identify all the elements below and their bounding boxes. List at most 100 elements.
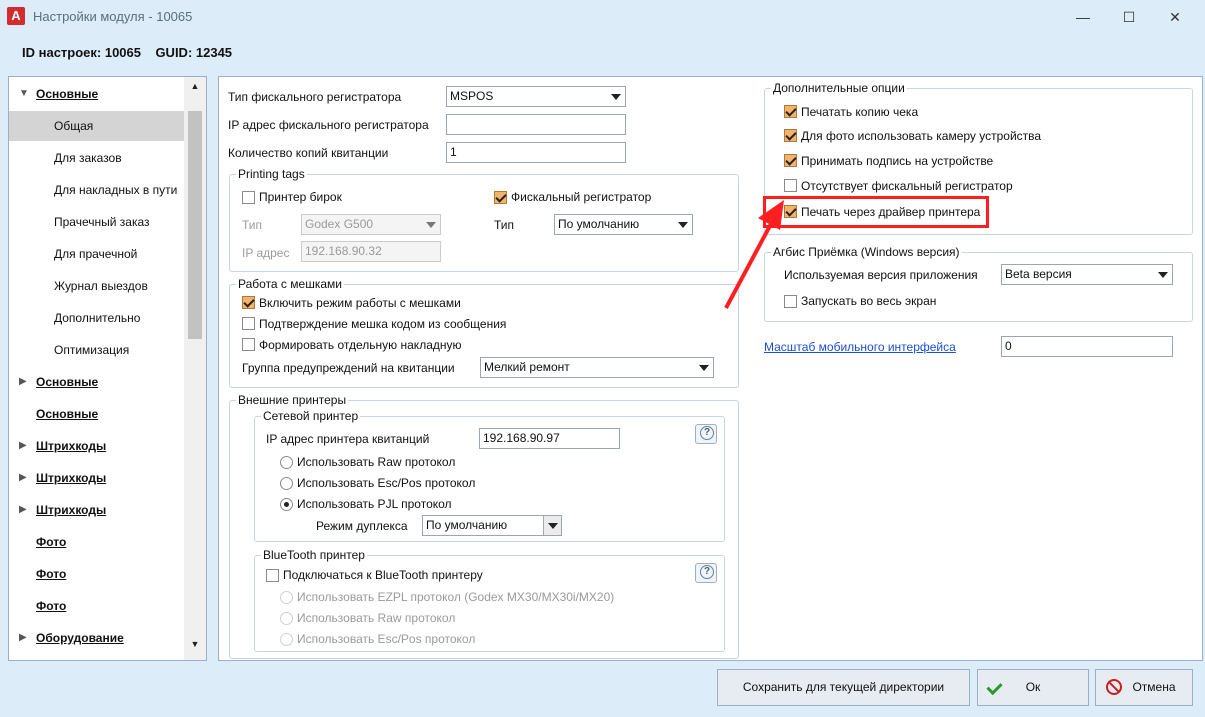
- chevron-down-icon: [699, 365, 709, 371]
- fiscal-ip-label: IP адрес фискального регистратора: [228, 118, 429, 132]
- device-signature-label: Принимать подпись на устройстве: [801, 154, 994, 168]
- close-button[interactable]: ✕: [1152, 4, 1198, 30]
- escpos-protocol-radio[interactable]: [280, 477, 293, 490]
- ezpl-protocol-radio[interactable]: [280, 591, 293, 604]
- expand-right-icon[interactable]: ▶: [19, 367, 27, 397]
- tree-item[interactable]: Прачечный заказ: [9, 207, 184, 237]
- bt-escpos-protocol-label: Использовать Esc/Pos протокол: [297, 632, 476, 646]
- expand-right-icon[interactable]: ▶: [19, 431, 27, 461]
- app-logo-icon: A: [7, 7, 25, 25]
- cancel-button[interactable]: Отмена: [1095, 669, 1193, 706]
- app-version-label: Используемая версия приложения: [784, 268, 978, 282]
- tree-scrollbar[interactable]: ▲ ▼: [184, 77, 206, 660]
- mobile-scale-input[interactable]: 0: [1001, 336, 1173, 357]
- print-copy-checkbox[interactable]: [784, 105, 797, 118]
- cancel-icon: [1106, 679, 1122, 695]
- warn-group-select[interactable]: Мелкий ремонт: [480, 357, 714, 378]
- app-version-select[interactable]: Beta версия: [1001, 264, 1173, 285]
- tag-type-select[interactable]: Godex G500: [301, 214, 441, 235]
- fiscal-type-select[interactable]: MSPOS: [446, 86, 626, 107]
- minimize-button[interactable]: —: [1060, 4, 1106, 30]
- tree-group-label: Основные: [36, 375, 99, 389]
- bt-raw-protocol-radio[interactable]: [280, 612, 293, 625]
- bags-confirm-checkbox[interactable]: [242, 317, 255, 330]
- bags-title: Работа с мешками: [236, 277, 344, 291]
- printer-ip-input[interactable]: 192.168.90.97: [479, 428, 620, 449]
- scroll-up-icon[interactable]: ▲: [184, 81, 206, 91]
- tree-group[interactable]: Фото: [9, 591, 184, 621]
- tree-item-label: Дополнительно: [54, 311, 141, 325]
- fiscal-type2-label: Тип: [494, 218, 515, 232]
- copies-label: Количество копий квитанции: [228, 146, 389, 160]
- bluetooth-help-icon[interactable]: [695, 563, 717, 583]
- ezpl-protocol-label: Использовать EZPL протокол (Godex MX30/M…: [297, 590, 615, 604]
- fiscal-ip-input[interactable]: [446, 114, 626, 135]
- chevron-down-icon: [678, 222, 688, 228]
- tree-group[interactable]: ▶ Штрихкоды: [9, 463, 184, 493]
- settings-tree: ▼ Основные Общая Для заказов Для накладных в…: [8, 76, 207, 661]
- printer-ip-label: IP адрес принтера квитанций: [266, 432, 430, 446]
- bluetooth-connect-checkbox[interactable]: [266, 569, 279, 582]
- tag-printer-checkbox[interactable]: [242, 191, 255, 204]
- tree-item[interactable]: Оптимизация: [9, 335, 184, 365]
- tree-group[interactable]: ▼ Основные: [9, 79, 184, 109]
- pjl-protocol-radio[interactable]: [280, 498, 293, 511]
- expand-down-icon[interactable]: ▼: [19, 79, 29, 109]
- tree-group[interactable]: Фото: [9, 527, 184, 557]
- check-icon: [988, 679, 1004, 695]
- network-printer-title: Сетевой принтер: [261, 409, 361, 423]
- expand-right-icon[interactable]: ▶: [19, 463, 27, 493]
- tree-item[interactable]: Для заказов: [9, 143, 184, 173]
- ok-button[interactable]: Ок: [977, 669, 1089, 706]
- tree-item[interactable]: Журнал выездов: [9, 271, 184, 301]
- fiscal-type2-select[interactable]: По умолчанию: [554, 214, 693, 235]
- device-signature-checkbox[interactable]: [784, 154, 797, 167]
- tree-group-label: Штрихкоды: [36, 439, 107, 453]
- warn-group-label: Группа предупреждений на квитанции: [242, 361, 455, 375]
- maximize-button[interactable]: ☐: [1106, 4, 1152, 30]
- mobile-scale-link[interactable]: Масштаб мобильного интерфейса: [764, 340, 956, 354]
- chevron-down-icon: [611, 94, 621, 100]
- expand-right-icon[interactable]: ▶: [19, 495, 27, 525]
- tag-ip-input[interactable]: 192.168.90.32: [301, 241, 441, 262]
- tree-group-label: Фото: [36, 535, 67, 549]
- print-copy-label: Печатать копию чека: [801, 105, 919, 119]
- save-directory-button[interactable]: Сохранить для текущей директории: [717, 669, 970, 706]
- chevron-down-icon: [1158, 272, 1168, 278]
- scroll-thumb[interactable]: [188, 111, 202, 339]
- bags-separate-checkbox[interactable]: [242, 338, 255, 351]
- bt-escpos-protocol-radio[interactable]: [280, 633, 293, 646]
- tree-group[interactable]: ▶ Основные: [9, 367, 184, 397]
- raw-protocol-label: Использовать Raw протокол: [297, 455, 456, 469]
- agbis-title: Агбис Приёмка (Windows версия): [771, 245, 962, 259]
- tree-group-label: Штрихкоды: [36, 471, 107, 485]
- network-help-icon[interactable]: [695, 424, 717, 444]
- bags-enable-label: Включить режим работы с мешками: [259, 296, 461, 310]
- no-fiscal-label: Отсутствует фискальный регистратор: [801, 179, 1013, 193]
- tree-item[interactable]: Общая: [9, 111, 184, 141]
- chevron-down-icon: [426, 222, 436, 228]
- bags-enable-checkbox[interactable]: [242, 296, 255, 309]
- raw-protocol-radio[interactable]: [280, 456, 293, 469]
- printing-tags-title: Printing tags: [236, 167, 307, 181]
- duplex-select[interactable]: По умолчанию: [422, 515, 562, 536]
- tree-group[interactable]: Основные: [9, 399, 184, 429]
- tree-item[interactable]: Дополнительно: [9, 303, 184, 333]
- bluetooth-connect-label: Подключаться к BlueTooth принтеру: [283, 568, 483, 582]
- bluetooth-printer-title: BlueTooth принтер: [261, 548, 367, 562]
- expand-right-icon[interactable]: ▶: [19, 623, 27, 653]
- tree-item-label: Для прачечной: [54, 247, 138, 261]
- tree-group[interactable]: Фото: [9, 559, 184, 589]
- tree-group[interactable]: ▶ Оборудование: [9, 623, 184, 653]
- device-camera-checkbox[interactable]: [784, 129, 797, 142]
- fiscal-reg-checkbox[interactable]: [494, 191, 507, 204]
- tree-item[interactable]: Для прачечной: [9, 239, 184, 269]
- tree-group[interactable]: ▶ Штрихкоды: [9, 431, 184, 461]
- copies-input[interactable]: 1: [446, 142, 626, 163]
- tree-item[interactable]: Для накладных в пути: [9, 175, 184, 205]
- scroll-down-icon[interactable]: ▼: [184, 639, 206, 649]
- external-printers-title: Внешние принтеры: [236, 393, 349, 407]
- tree-group[interactable]: ▶ Штрихкоды: [9, 495, 184, 525]
- bags-separate-label: Формировать отдельную накладную: [259, 338, 462, 352]
- tag-ip-label: IP адрес: [242, 246, 290, 260]
